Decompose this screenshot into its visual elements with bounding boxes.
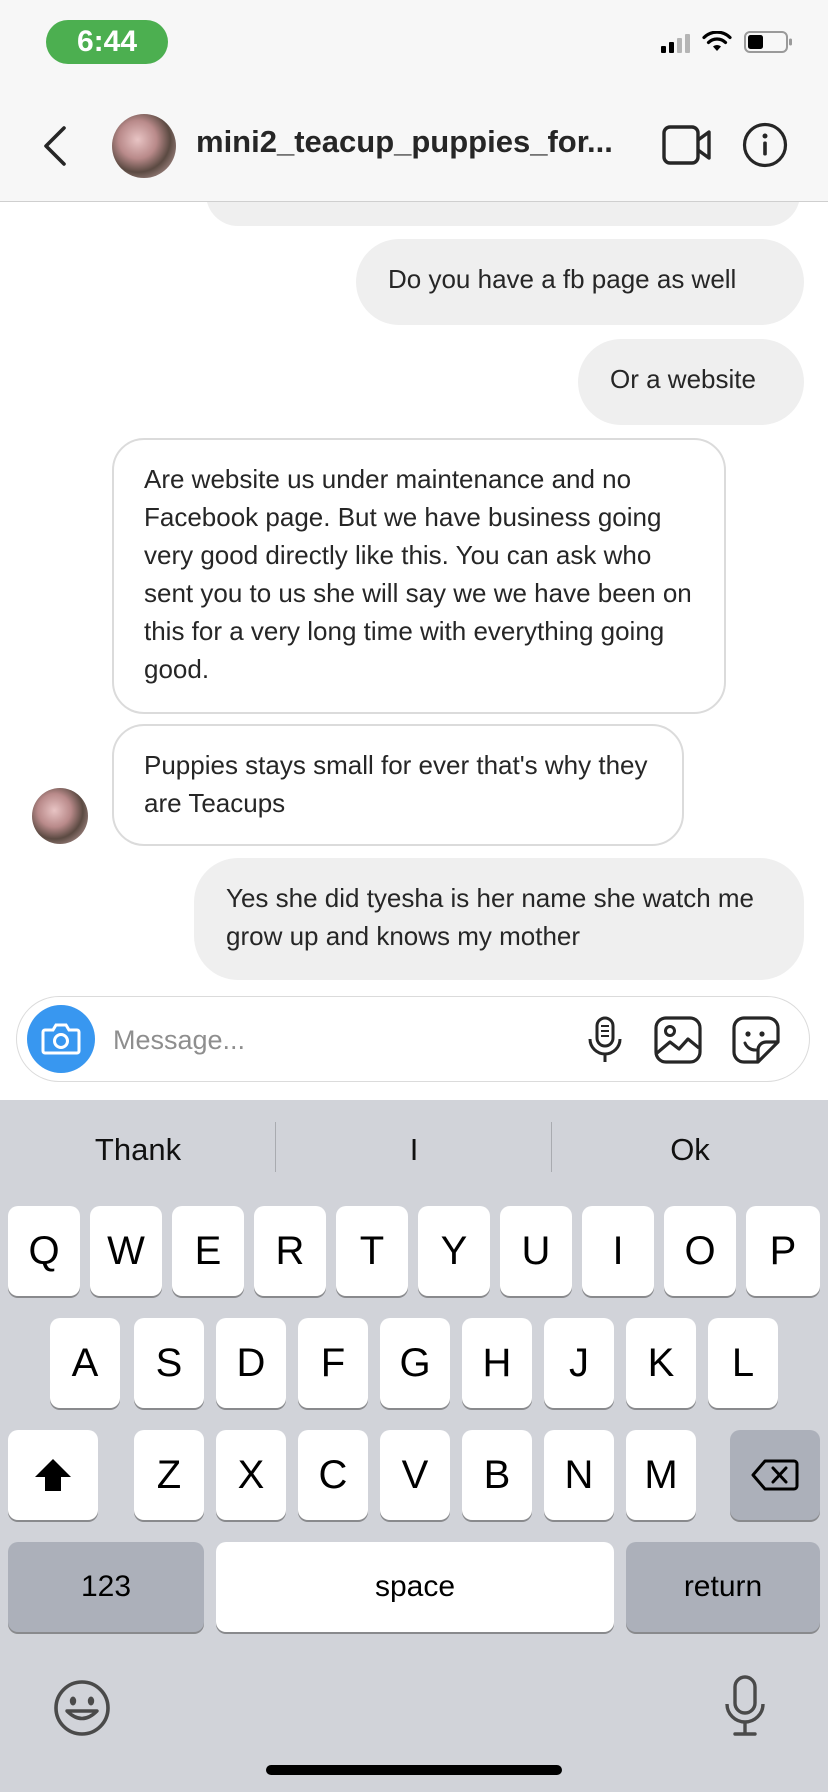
key[interactable]: K: [626, 1318, 696, 1408]
suggestion-item[interactable]: Thank: [0, 1122, 276, 1178]
key[interactable]: B: [462, 1430, 532, 1520]
predictive-bar: Thank I Ok: [0, 1100, 828, 1200]
return-key[interactable]: return: [626, 1542, 820, 1632]
gallery-button[interactable]: [653, 1015, 703, 1065]
key[interactable]: F: [298, 1318, 368, 1408]
key[interactable]: X: [216, 1430, 286, 1520]
key[interactable]: T: [336, 1206, 408, 1296]
backspace-icon: [751, 1459, 799, 1491]
video-call-button[interactable]: [662, 124, 712, 166]
contact-name[interactable]: mini2_teacup_puppies_for...: [196, 124, 646, 160]
key[interactable]: Y: [418, 1206, 490, 1296]
battery-icon: [744, 31, 792, 53]
outgoing-message[interactable]: Or a website: [578, 339, 804, 425]
incoming-message[interactable]: Are website us under maintenance and no …: [112, 438, 726, 714]
suggestion-item[interactable]: Ok: [552, 1122, 828, 1178]
cellular-signal-icon: [661, 31, 690, 53]
info-button[interactable]: [742, 122, 788, 168]
key[interactable]: J: [544, 1318, 614, 1408]
wifi-icon: [702, 31, 732, 51]
contact-avatar[interactable]: [112, 114, 176, 178]
message-input[interactable]: [111, 1017, 495, 1063]
key[interactable]: A: [50, 1318, 120, 1408]
shift-key[interactable]: [8, 1430, 98, 1520]
key[interactable]: N: [544, 1430, 614, 1520]
key[interactable]: I: [582, 1206, 654, 1296]
delete-key[interactable]: [730, 1430, 820, 1520]
message-thread[interactable]: Do you have a fb page as well Or a websi…: [0, 202, 828, 982]
key[interactable]: R: [254, 1206, 326, 1296]
key[interactable]: Q: [8, 1206, 80, 1296]
outgoing-message[interactable]: Do you have a fb page as well: [356, 239, 804, 325]
camera-button[interactable]: [27, 1005, 95, 1073]
status-bar: 6:44: [0, 0, 828, 88]
key[interactable]: G: [380, 1318, 450, 1408]
key[interactable]: C: [298, 1430, 368, 1520]
key[interactable]: M: [626, 1430, 696, 1520]
key[interactable]: U: [500, 1206, 572, 1296]
space-key[interactable]: space: [216, 1542, 614, 1632]
key[interactable]: D: [216, 1318, 286, 1408]
status-time: 6:44: [46, 20, 168, 64]
key[interactable]: O: [664, 1206, 736, 1296]
key[interactable]: S: [134, 1318, 204, 1408]
chat-header: mini2_teacup_puppies_for...: [0, 88, 828, 202]
shift-icon: [35, 1459, 71, 1491]
key[interactable]: E: [172, 1206, 244, 1296]
status-icons: [661, 30, 794, 54]
dictation-button[interactable]: [724, 1674, 766, 1738]
numbers-key[interactable]: 123: [8, 1542, 204, 1632]
sender-avatar[interactable]: [32, 788, 88, 844]
home-indicator[interactable]: [266, 1765, 562, 1775]
key[interactable]: P: [746, 1206, 820, 1296]
key[interactable]: Z: [134, 1430, 204, 1520]
incoming-message[interactable]: Puppies stays small for ever that's why …: [112, 724, 684, 846]
camera-icon: [41, 1023, 81, 1055]
keyboard: Thank I Ok Q W E R T Y U I O P A S D F G…: [0, 1100, 828, 1792]
back-button[interactable]: [38, 124, 74, 168]
key[interactable]: V: [380, 1430, 450, 1520]
sticker-button[interactable]: [731, 1015, 781, 1065]
emoji-keyboard-button[interactable]: [52, 1678, 112, 1738]
outgoing-message[interactable]: Yes she did tyesha is her name she watch…: [194, 858, 804, 980]
message-composer: [16, 996, 810, 1082]
key[interactable]: L: [708, 1318, 778, 1408]
previous-message-bubble: [206, 202, 800, 226]
microphone-button[interactable]: [583, 1015, 627, 1065]
suggestion-item[interactable]: I: [276, 1122, 552, 1178]
key[interactable]: H: [462, 1318, 532, 1408]
key[interactable]: W: [90, 1206, 162, 1296]
